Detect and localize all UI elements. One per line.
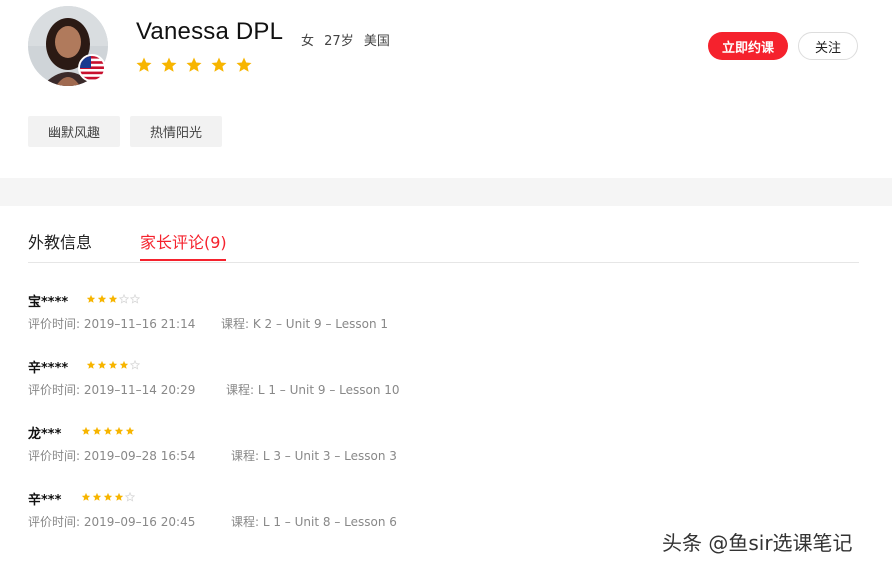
- country-label: 美国: [363, 34, 390, 49]
- star-filled-icon: [108, 360, 118, 369]
- active-tab-indicator: [140, 259, 226, 261]
- star-empty-icon: [119, 294, 129, 304]
- gender-label: 女: [301, 34, 315, 49]
- star-filled-icon: [103, 426, 113, 435]
- star-filled-icon: [114, 426, 124, 435]
- star-filled-icon: [161, 57, 177, 72]
- teacher-name: Vanessa DPL: [136, 18, 284, 45]
- star-filled-icon: [92, 426, 102, 435]
- star-filled-icon: [108, 294, 118, 303]
- age-label: 27岁: [324, 34, 354, 49]
- reviewer-name: 辛***: [28, 493, 62, 508]
- tag-chip: 幽默风趣: [28, 116, 120, 147]
- review-rating: [86, 360, 140, 370]
- star-filled-icon: [81, 492, 91, 501]
- tab-parent-reviews[interactable]: 家长评论(9): [140, 229, 227, 253]
- star-filled-icon: [86, 360, 96, 369]
- teacher-rating: [135, 56, 253, 74]
- star-filled-icon: [86, 294, 96, 303]
- review-time: 评价时间: 2019–09–16 20:45: [28, 515, 196, 529]
- star-filled-icon: [211, 57, 227, 72]
- us-flag-icon: [78, 54, 106, 82]
- tag-chip: 热情阳光: [130, 116, 222, 147]
- review-time: 评价时间: 2019–09–28 16:54: [28, 449, 196, 463]
- review-course: 课程: L 1 – Unit 8 – Lesson 6: [231, 515, 397, 529]
- star-filled-icon: [125, 426, 135, 435]
- star-filled-icon: [136, 57, 152, 72]
- section-divider: [0, 178, 892, 206]
- star-empty-icon: [130, 294, 140, 304]
- star-empty-icon: [130, 360, 140, 370]
- review-course: 课程: K 2 – Unit 9 – Lesson 1: [221, 317, 389, 331]
- star-filled-icon: [81, 426, 91, 435]
- star-filled-icon: [236, 57, 252, 72]
- reviewer-name: 辛****: [28, 361, 69, 376]
- book-class-button[interactable]: 立即约课: [708, 32, 788, 60]
- star-filled-icon: [92, 492, 102, 501]
- review-course: 课程: L 3 – Unit 3 – Lesson 3: [231, 449, 397, 463]
- follow-button[interactable]: 关注: [798, 32, 858, 60]
- reviewer-name: 龙***: [28, 427, 62, 442]
- star-filled-icon: [186, 57, 202, 72]
- watermark-text: 头条 @鱼sir选课笔记: [662, 531, 853, 555]
- tabs-divider: [28, 262, 859, 263]
- star-filled-icon: [97, 360, 107, 369]
- review-rating: [81, 492, 135, 502]
- star-filled-icon: [119, 360, 129, 369]
- tab-teacher-info[interactable]: 外教信息: [28, 229, 92, 253]
- star-filled-icon: [114, 492, 124, 501]
- star-filled-icon: [103, 492, 113, 501]
- star-filled-icon: [97, 294, 107, 303]
- review-time: 评价时间: 2019–11–16 21:14: [28, 317, 196, 331]
- star-empty-icon: [125, 492, 135, 502]
- review-rating: [81, 426, 135, 436]
- teacher-meta: 女 27岁 美国: [301, 30, 396, 49]
- review-course: 课程: L 1 – Unit 9 – Lesson 10: [226, 383, 400, 397]
- reviewer-name: 宝****: [28, 295, 69, 310]
- review-rating: [86, 294, 140, 304]
- review-time: 评价时间: 2019–11–14 20:29: [28, 383, 196, 397]
